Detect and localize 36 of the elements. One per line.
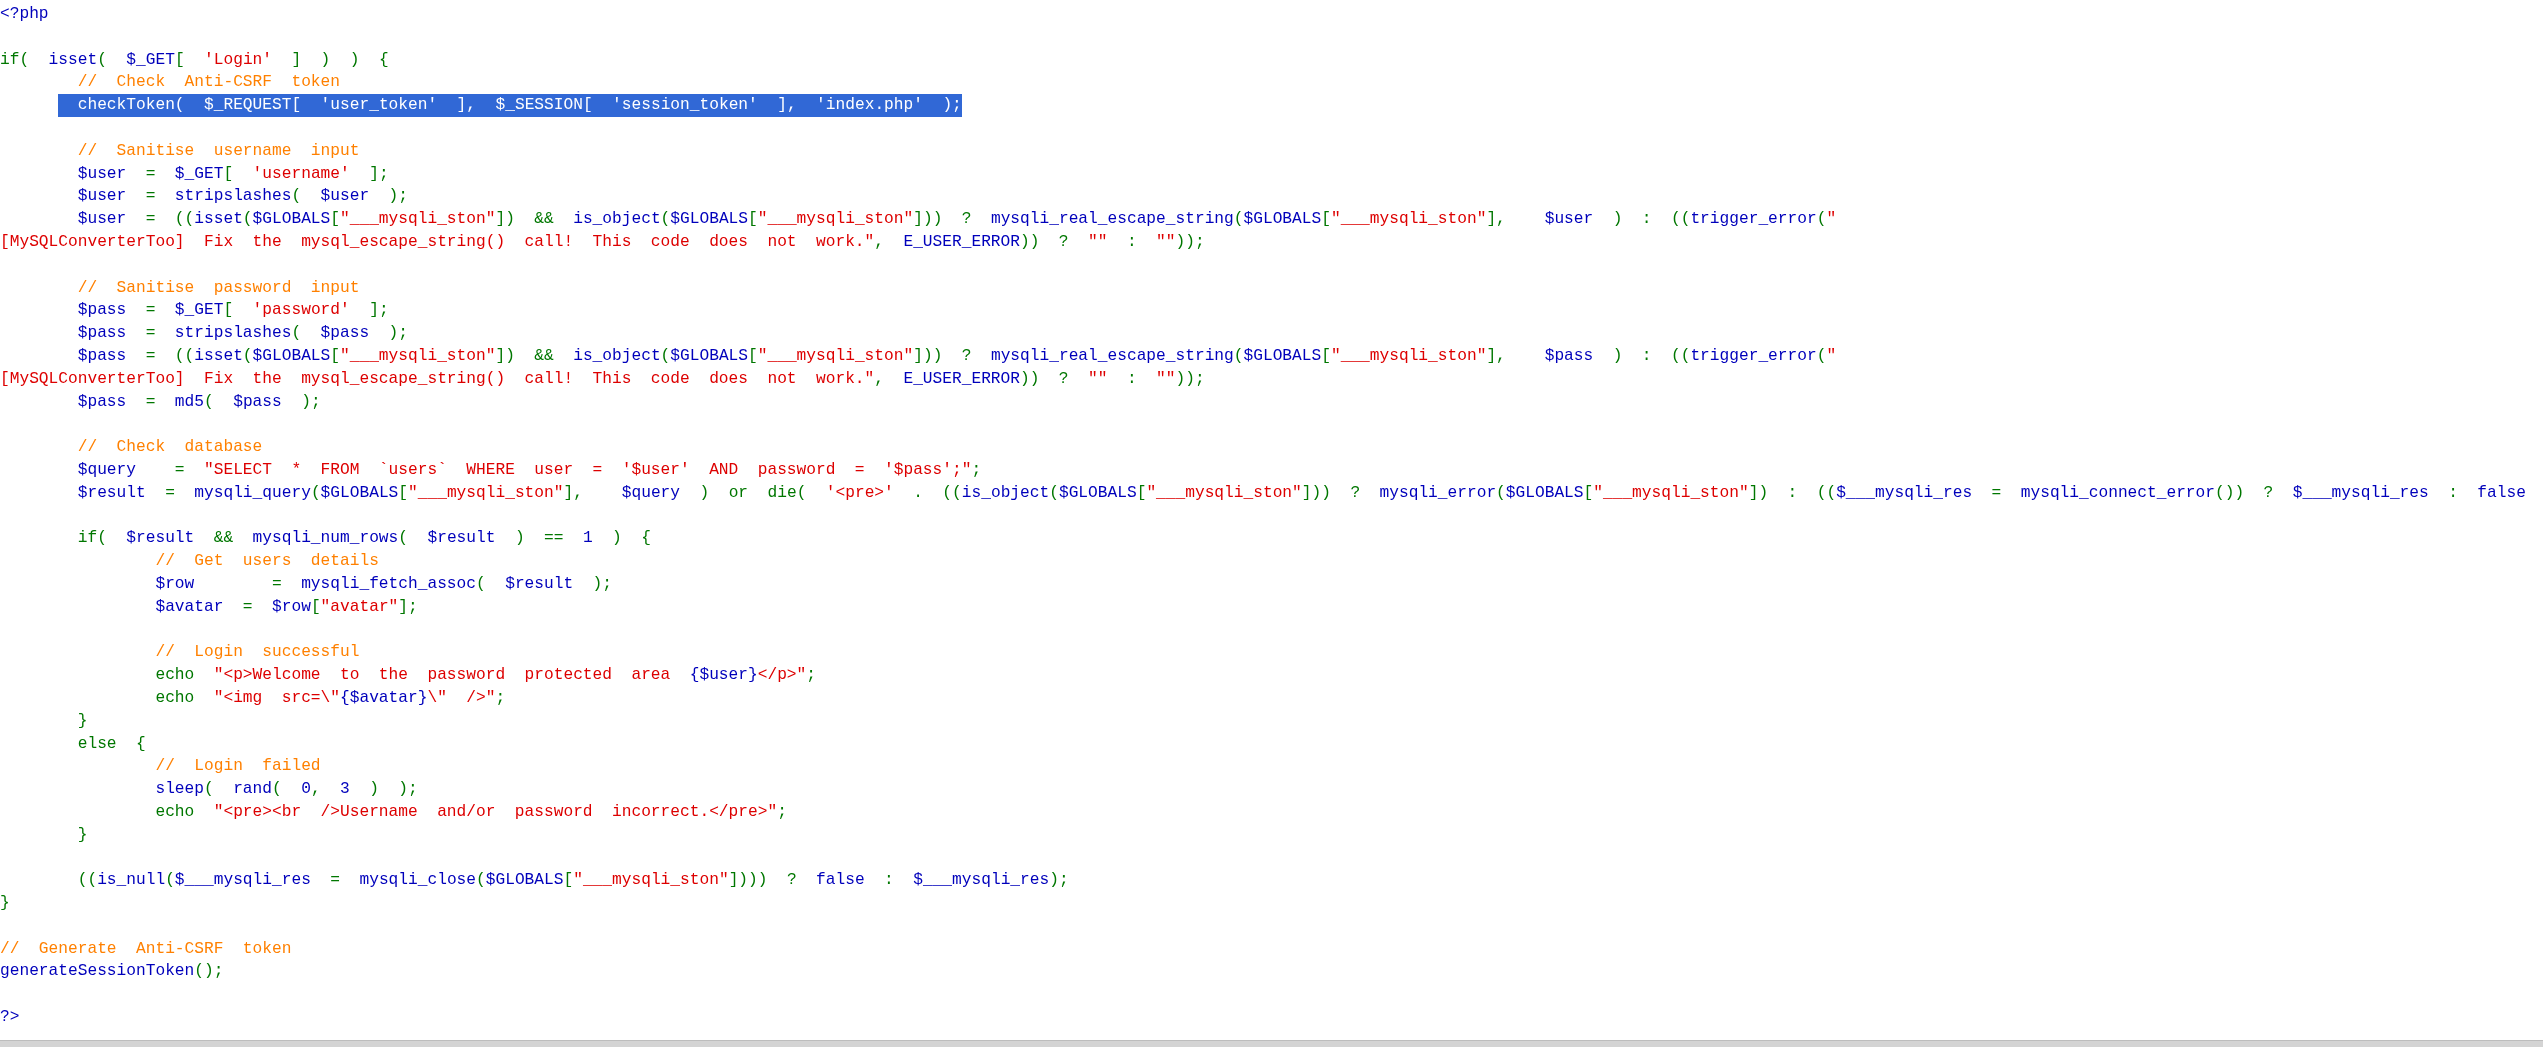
code-line: }: [77, 710, 88, 732]
code-line: echo "<pre><br />Username and/or password incorrect.</pre>";: [155, 801, 787, 823]
code-line: generateSessionToken();: [0, 961, 224, 983]
code-line: $query = "SELECT * FROM `users` WHERE user = '$user' AND password = '$pass';";: [77, 459, 982, 481]
code-line: // Check database: [77, 437, 263, 459]
code-line: $pass = stripslashes( $pass );: [77, 323, 409, 345]
code-line: ?>: [0, 1007, 20, 1029]
code-line: $row = mysqli_fetch_assoc( $result );: [155, 573, 613, 595]
code-line: $avatar = $row["avatar"];: [155, 596, 418, 618]
code-line: $user = $_GET[ 'username' ];: [77, 163, 389, 185]
code-line: $pass = md5( $pass );: [77, 391, 321, 413]
code-line: $pass = $_GET[ 'password' ];: [77, 300, 389, 322]
code-line: if( isset( $_GET[ 'Login' ] ) ) {: [0, 49, 389, 71]
code-line: }: [0, 893, 10, 915]
code-line: // Sanitise password input: [77, 277, 360, 299]
code-line: // Login failed: [155, 756, 321, 778]
code-line: $user = ((isset($GLOBALS["___mysqli_ston"]) && is_object($GLOBALS["___mysqli_ston"])) ? mysqli_real_escape_string($GLOBALS["___mysqli_ston"], $user ) : ((trigger_error(": [77, 209, 1837, 231]
code-line: [MySQLConverterToo] Fix the mysql_escape_string() call! This code does not work.", E_USER_ERROR)) ? "" : ""));: [0, 368, 1205, 390]
horizontal-scrollbar[interactable]: [0, 1040, 2543, 1047]
code-line: $result = mysqli_query($GLOBALS["___mysqli_ston"], $query ) or die( '<pre>' . ((is_object($GLOBALS["___mysqli_ston"])) ? mysqli_error($GLOBALS["___mysqli_ston"]) : (($___mysqli_res = mysqli_connect_error()) ? $___mysqli_res : false: [77, 482, 2526, 504]
code-line: // Login successful: [155, 642, 360, 664]
code-line: }: [77, 824, 88, 846]
code-line: $user = stripslashes( $user );: [77, 186, 409, 208]
code-line: [MySQLConverterToo] Fix the mysql_escape_string() call! This code does not work.", E_USER_ERROR)) ? "" : ""));: [0, 231, 1205, 253]
code-line: if( $result && mysqli_num_rows( $result ) == 1 ) {: [77, 528, 651, 550]
code-line: // Get users details: [155, 551, 379, 573]
code-line: sleep( rand( 0, 3 ) );: [155, 779, 418, 801]
code-line: // Check Anti-CSRF token: [77, 72, 340, 94]
code-line: // Generate Anti-CSRF token: [0, 938, 292, 960]
code-line: <?php: [0, 4, 49, 25]
code-line: else {: [77, 733, 146, 755]
code-line: ((is_null($___mysqli_res = mysqli_close($GLOBALS["___mysqli_ston"]))) ? false : $___mysqli_res);: [77, 870, 1069, 892]
code-line: echo "<p>Welcome to the password protected area {$user}</p>";: [155, 665, 816, 687]
code-line: $pass = ((isset($GLOBALS["___mysqli_ston"]) && is_object($GLOBALS["___mysqli_ston"])) ? mysqli_real_escape_string($GLOBALS["___mysqli_ston"], $pass ) : ((trigger_error(": [77, 345, 1837, 367]
code-line: echo "<img src=\"{$avatar}\" />";: [155, 687, 506, 709]
code-line: // Sanitise username input: [77, 140, 360, 162]
